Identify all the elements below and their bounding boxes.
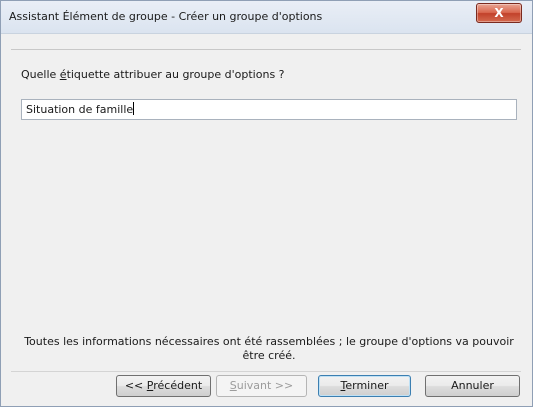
next-button-label: uivant >> xyxy=(236,379,294,392)
title-bar[interactable]: Assistant Élément de groupe - Créer un g… xyxy=(1,1,532,34)
cancel-button-label: Annuler xyxy=(451,379,494,392)
info-message: Toutes les informations nécessaires ont … xyxy=(24,335,514,362)
previous-button-prefix: << xyxy=(124,379,147,392)
footer-separator xyxy=(11,371,521,372)
prompt-mnemonic: é xyxy=(59,68,67,81)
window-title: Assistant Élément de groupe - Créer un g… xyxy=(9,10,323,23)
prompt-text-after: tiquette attribuer au groupe d'options ? xyxy=(66,68,285,81)
prompt-text-before: Quelle xyxy=(21,68,60,81)
wizard-dialog: Assistant Élément de groupe - Créer un g… xyxy=(0,0,533,407)
header-separator xyxy=(11,49,521,50)
close-button[interactable]: X xyxy=(476,3,522,23)
cancel-button[interactable]: Annuler xyxy=(425,375,520,397)
group-label-value: Situation de famille xyxy=(26,103,134,116)
next-button[interactable]: Suivant >> xyxy=(216,375,307,397)
text-caret xyxy=(133,102,135,115)
next-button-mnemonic: S xyxy=(229,379,237,392)
previous-button[interactable]: << Précédent xyxy=(116,375,211,397)
finish-button[interactable]: Terminer xyxy=(318,375,411,397)
label-prompt: Quelle étiquette attribuer au groupe d'o… xyxy=(21,68,285,81)
previous-button-label: récédent xyxy=(153,379,203,392)
finish-button-label: erminer xyxy=(345,379,389,392)
group-label-input[interactable]: Situation de famille xyxy=(21,99,517,120)
close-icon: X xyxy=(494,6,504,20)
